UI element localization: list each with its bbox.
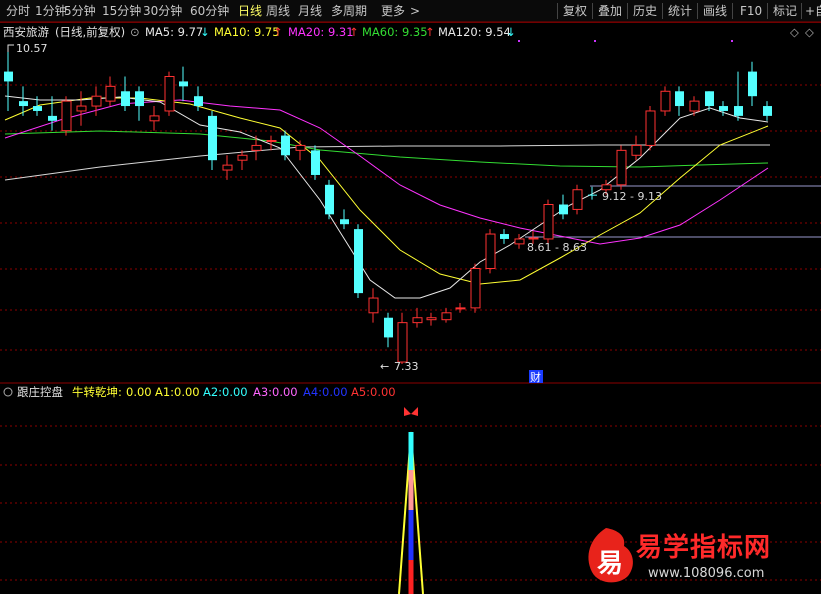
candle-body (266, 140, 277, 143)
sub-item-value: 0.00 (272, 385, 298, 399)
candle-body (281, 135, 290, 156)
candle-body (572, 189, 583, 210)
candle-body (311, 150, 320, 175)
high-price-label: 10.57 (16, 42, 48, 55)
candle-body (441, 312, 452, 321)
candle-body (91, 95, 102, 107)
sub-item-value: 0.00 (174, 385, 200, 399)
sub-item-label: A2: (203, 385, 222, 399)
candlesticks (4, 45, 772, 364)
marker-dot (518, 40, 520, 42)
finance-badge-label: 财 (530, 370, 541, 384)
watermark-url: www.108096.com (648, 566, 765, 581)
candle-body (4, 71, 13, 82)
sub-item-label: A4: (303, 385, 322, 399)
watermark-brand: 易学指标网 (636, 533, 772, 563)
candle-body (689, 100, 700, 112)
candle-body (470, 267, 481, 309)
candle-body (500, 234, 509, 239)
candle-body (179, 81, 188, 87)
logo-char: 易 (597, 549, 623, 579)
sub-item-label: A1: (155, 385, 174, 399)
candle-body (222, 164, 233, 171)
candle-body (645, 110, 656, 146)
candle-body (601, 184, 612, 191)
candle-body (426, 317, 437, 321)
candle-body (631, 144, 642, 156)
candle-body (485, 233, 496, 269)
sub-item-value: 0.00 (322, 385, 348, 399)
sub-item-label: A3: (253, 385, 272, 399)
candle-body (734, 106, 743, 116)
candle-body (164, 76, 175, 112)
candle-body (61, 100, 72, 132)
candle-body (705, 91, 714, 107)
candle-body (748, 71, 757, 97)
kline-chart: 10.57 ← 7.33 9.12 - 9.13 8.61 - 8.63 财 跟… (0, 21, 821, 594)
candle-body (135, 91, 144, 107)
candle-body (616, 149, 627, 186)
candle-body (237, 154, 248, 161)
candle-body (543, 204, 554, 240)
candle-body (528, 237, 539, 240)
candle-body (295, 144, 306, 151)
watermark-logo: 易 (588, 528, 633, 583)
sub-item-value: 0.00 (222, 385, 248, 399)
ma120-line (4, 144, 770, 181)
candle-body (514, 238, 525, 245)
candle-body (455, 307, 466, 310)
butterfly-icon (404, 407, 418, 416)
range-label-upper: 9.12 - 9.13 (602, 190, 662, 203)
candle-body (354, 229, 363, 294)
low-arrow-icon: ← (380, 360, 389, 373)
candle-body (48, 115, 57, 121)
candle-body (105, 85, 116, 102)
sub-item-label: A5: (351, 385, 370, 399)
candle-body (251, 144, 262, 151)
candle-body (412, 317, 423, 324)
candle-body (675, 91, 684, 107)
candle-body (149, 115, 160, 122)
sub-indicator-name: 跟庄控盘 (17, 385, 63, 399)
candle-body (121, 91, 130, 107)
indicator-spike (398, 431, 424, 594)
sub-item-value: 0.00 (370, 385, 396, 399)
candle-body (397, 322, 408, 363)
candle-body (19, 101, 28, 107)
sub-collapse-icon[interactable] (3, 387, 13, 397)
candle-body (588, 194, 597, 196)
sub-item-value: 0.00 (126, 385, 152, 399)
marker-dot (731, 40, 733, 42)
range-label-lower: 8.61 - 8.63 (527, 241, 587, 254)
candle-body (340, 219, 349, 225)
high-marker-icon (7, 44, 14, 52)
low-price-label: 7.33 (394, 360, 419, 373)
marker-dot (594, 40, 596, 42)
candle-body (368, 297, 379, 314)
candle-body (33, 106, 42, 111)
candle-body (76, 105, 87, 112)
candle-body (194, 96, 203, 107)
candle-body (325, 184, 334, 215)
candle-body (208, 115, 217, 161)
candle-body (559, 204, 568, 215)
candle-body (719, 106, 728, 111)
candle-body (763, 106, 772, 116)
candle-body (384, 317, 393, 338)
sub-item-label: 牛转乾坤: (72, 385, 122, 399)
candle-body (660, 90, 671, 112)
